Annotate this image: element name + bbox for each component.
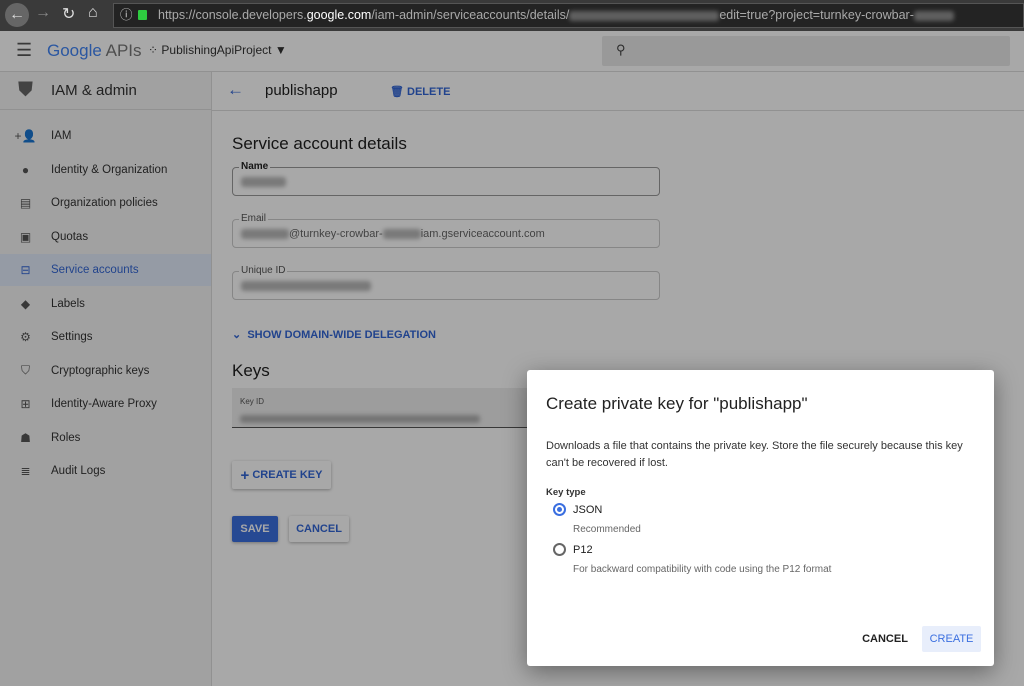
key-type-label: Key type <box>546 487 586 498</box>
json-radio[interactable] <box>553 503 566 516</box>
lock-icon <box>138 10 147 20</box>
dialog-create-button[interactable]: CREATE <box>922 626 981 652</box>
dialog-cancel-button[interactable]: CANCEL <box>854 626 916 652</box>
address-bar[interactable]: ⓘ https://console.developers.google.com/… <box>113 3 1024 28</box>
dialog-title: Create private key for "publishapp" <box>546 394 808 413</box>
p12-hint: For backward compatibility with code usi… <box>573 564 832 575</box>
json-hint: Recommended <box>573 524 641 535</box>
p12-radio[interactable] <box>553 543 566 556</box>
json-label[interactable]: JSON <box>573 504 602 516</box>
url-domain: google.com <box>306 8 372 22</box>
url-prefix: https://console.developers. <box>158 8 307 22</box>
info-icon: ⓘ <box>120 8 133 22</box>
url-path: /iam-admin/serviceaccounts/details/ <box>371 8 570 22</box>
create-key-dialog: Create private key for "publishapp" Down… <box>527 370 994 666</box>
reload-icon[interactable]: ↻ <box>62 4 75 24</box>
dialog-description: Downloads a file that contains the priva… <box>546 440 963 469</box>
home-icon[interactable]: ⌂ <box>88 4 98 22</box>
url-query: edit=true?project=turnkey-crowbar- <box>719 8 914 22</box>
p12-label[interactable]: P12 <box>573 544 593 556</box>
forward-icon[interactable]: → <box>35 4 51 22</box>
back-icon[interactable]: ← <box>5 3 29 27</box>
